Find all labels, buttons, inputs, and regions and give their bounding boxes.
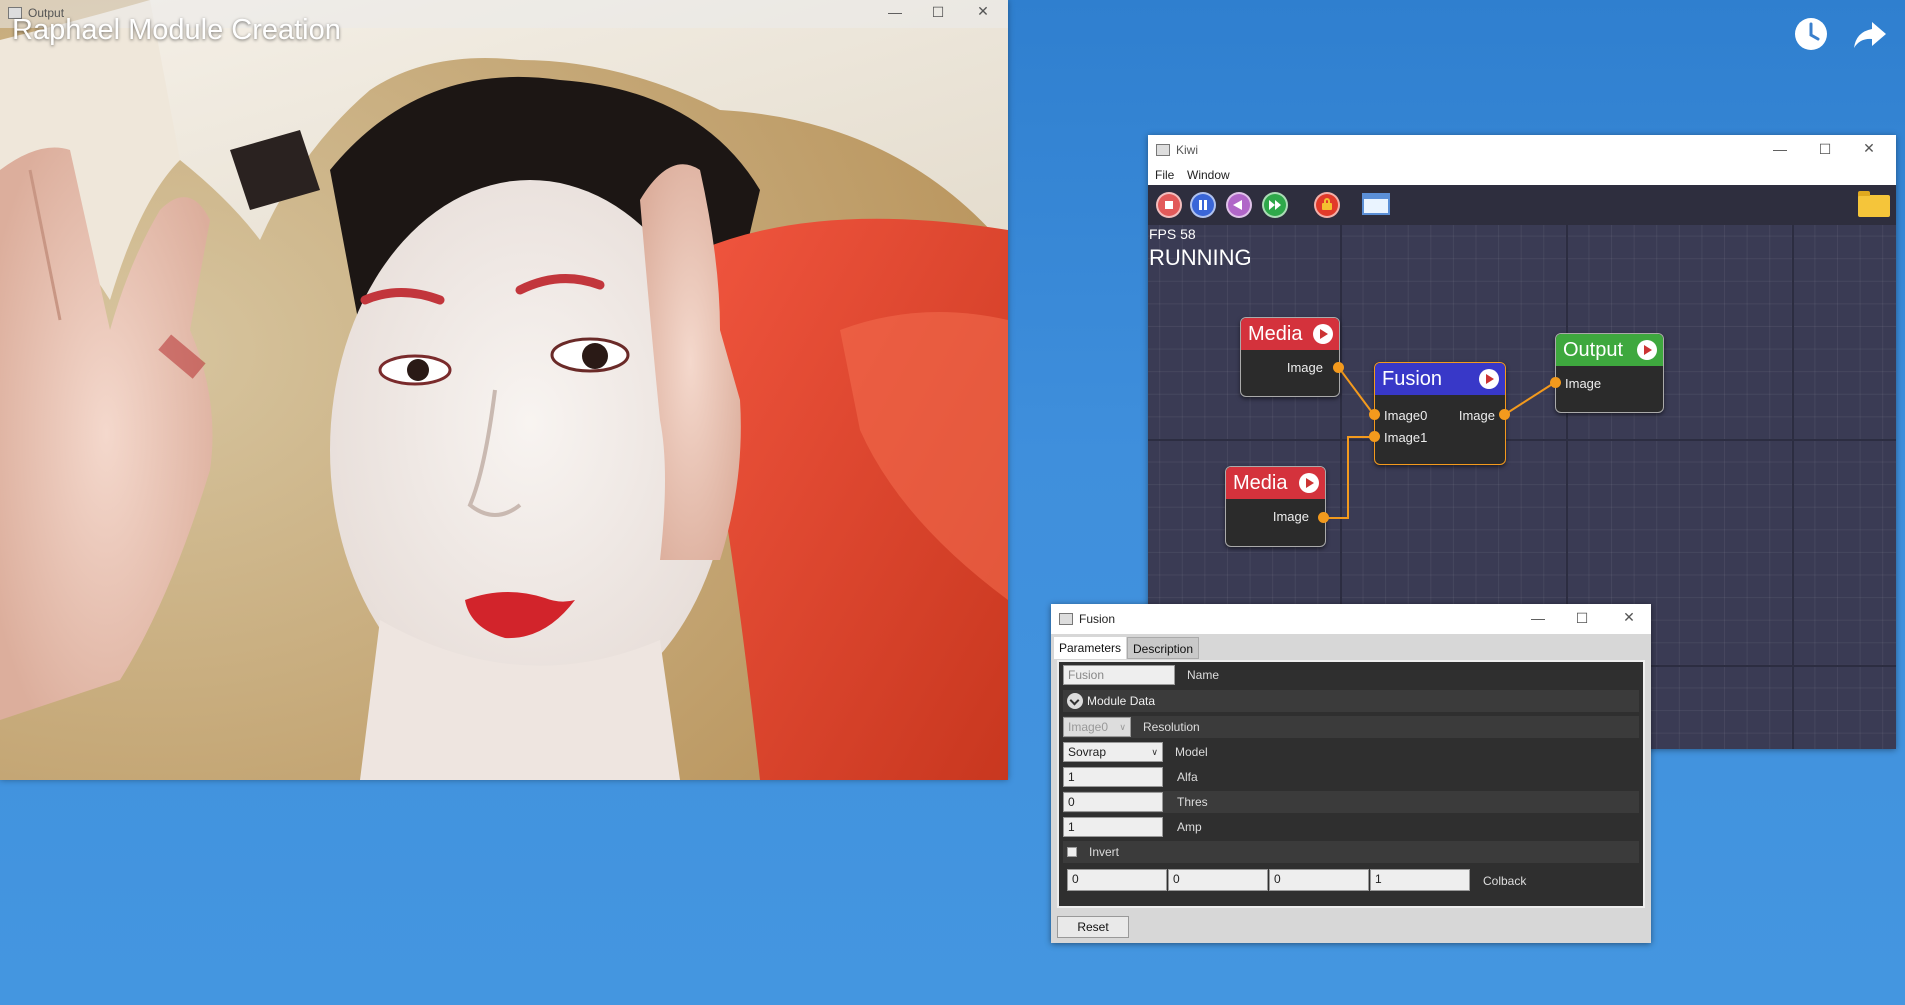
chevron-down-icon: ∨ — [1151, 747, 1158, 757]
port-label: Image — [1286, 360, 1323, 375]
resolution-select[interactable]: Image0 ∨ — [1063, 717, 1131, 737]
fusion-node[interactable]: Fusion Image0 Image1 Image — [1374, 362, 1506, 465]
tab-description[interactable]: Description — [1127, 637, 1200, 659]
alfa-input[interactable]: 1 — [1063, 767, 1163, 787]
name-row: Fusion Name — [1063, 664, 1639, 686]
colback-input-a[interactable]: 1 — [1370, 869, 1470, 891]
port-label: Image — [1565, 376, 1602, 391]
output-node[interactable]: Output Image — [1555, 333, 1664, 413]
play-icon[interactable] — [1637, 340, 1657, 360]
minimize-button[interactable]: — — [1523, 610, 1553, 626]
fusion-window-title: Fusion — [1079, 612, 1116, 626]
media-node-2[interactable]: Media Image — [1225, 466, 1326, 547]
input-port[interactable] — [1369, 409, 1380, 420]
colback-label: Colback — [1483, 874, 1527, 888]
alfa-label: Alfa — [1177, 770, 1198, 784]
output-port[interactable] — [1499, 409, 1510, 420]
port-label: Image0 — [1384, 408, 1428, 423]
invert-label: Invert — [1089, 845, 1120, 859]
node-title: Media — [1233, 472, 1288, 494]
invert-row: Invert — [1063, 841, 1639, 863]
video-title[interactable]: Raphael Module Creation — [12, 14, 341, 47]
chevron-down-icon: ∨ — [1119, 722, 1126, 732]
amp-row: 1 Amp — [1063, 816, 1639, 838]
name-label: Name — [1187, 668, 1220, 682]
output-port[interactable] — [1333, 362, 1344, 373]
colback-input-r[interactable]: 0 — [1067, 869, 1167, 891]
model-label: Model — [1175, 745, 1208, 759]
collapse-chevron-icon[interactable] — [1067, 693, 1083, 709]
play-icon[interactable] — [1299, 473, 1319, 493]
resolution-row: Image0 ∨ Resolution — [1063, 716, 1639, 738]
share-arrow-icon[interactable] — [1850, 14, 1890, 54]
port-label: Image1 — [1384, 430, 1428, 445]
app-icon — [1059, 613, 1073, 625]
minimize-button[interactable]: — — [880, 4, 910, 20]
module-data-row[interactable]: Module Data — [1063, 690, 1639, 712]
fusion-window: Fusion — ☐ ✕ Parameters Description Fusi… — [1051, 604, 1651, 943]
video-frame — [0, 0, 1008, 780]
invert-checkbox[interactable] — [1067, 847, 1077, 857]
play-icon[interactable] — [1313, 324, 1333, 344]
resolution-label: Resolution — [1143, 720, 1200, 734]
amp-label: Amp — [1177, 820, 1202, 834]
port-label: Image — [1458, 408, 1495, 423]
model-row: Sovrap ∨ Model — [1063, 741, 1639, 763]
output-port[interactable] — [1318, 512, 1329, 523]
module-data-label: Module Data — [1087, 694, 1156, 708]
media-node-1[interactable]: Media Image — [1240, 317, 1340, 397]
colback-input-g[interactable]: 0 — [1168, 869, 1268, 891]
thres-input[interactable]: 0 — [1063, 792, 1163, 812]
tab-bar: Parameters Description — [1051, 634, 1651, 660]
model-select[interactable]: Sovrap ∨ — [1063, 742, 1163, 762]
resolution-value: Image0 — [1068, 720, 1109, 734]
clock-icon[interactable] — [1791, 14, 1831, 54]
parameters-panel: Fusion Name Module Data Image0 ∨ Resolut… — [1057, 660, 1645, 908]
node-title: Fusion — [1382, 368, 1443, 390]
model-value: Sovrap — [1068, 745, 1107, 759]
node-header[interactable]: Media — [1226, 467, 1325, 499]
tab-parameters[interactable]: Parameters — [1054, 637, 1127, 659]
amp-input[interactable]: 1 — [1063, 817, 1163, 837]
name-field[interactable]: Fusion — [1063, 665, 1175, 685]
input-port[interactable] — [1369, 431, 1380, 442]
input-port[interactable] — [1550, 377, 1561, 388]
node-header[interactable]: Media — [1241, 318, 1339, 350]
play-icon[interactable] — [1479, 369, 1499, 389]
maximize-button[interactable]: ☐ — [923, 4, 953, 21]
fusion-titlebar[interactable] — [1051, 604, 1651, 634]
close-button[interactable]: ✕ — [968, 3, 998, 20]
alfa-row: 1 Alfa — [1063, 766, 1639, 788]
maximize-button[interactable]: ☐ — [1567, 610, 1597, 627]
node-header[interactable]: Fusion — [1375, 363, 1505, 395]
thres-label: Thres — [1177, 795, 1208, 809]
node-title: Output — [1563, 339, 1624, 361]
node-header[interactable]: Output — [1556, 334, 1663, 366]
output-window: Output — ☐ ✕ — [0, 0, 1008, 780]
colback-row: 0 0 0 1 Colback — [1063, 867, 1639, 893]
node-title: Media — [1248, 323, 1303, 345]
close-button[interactable]: ✕ — [1614, 609, 1644, 626]
colback-input-b[interactable]: 0 — [1269, 869, 1369, 891]
thres-row: 0 Thres — [1063, 791, 1639, 813]
reset-button[interactable]: Reset — [1057, 916, 1129, 938]
port-label: Image — [1272, 509, 1309, 524]
